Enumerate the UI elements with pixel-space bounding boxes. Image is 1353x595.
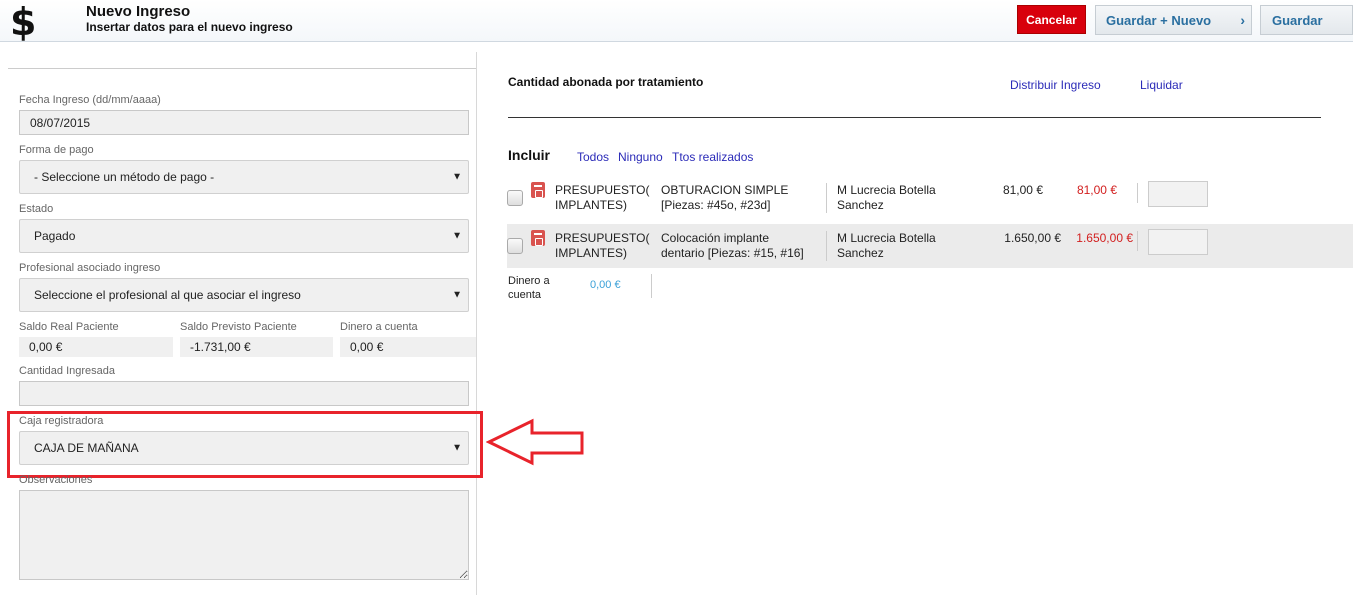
dinero-cuenta-amount: 0,00 €	[590, 279, 621, 291]
income-form: Fecha Ingreso (dd/mm/aaaa) 08/07/2015 Fo…	[0, 52, 483, 595]
saldo-real-label: Saldo Real Paciente	[19, 321, 119, 333]
cancel-button[interactable]: Cancelar	[1017, 5, 1086, 34]
page-title: Nuevo Ingreso	[86, 3, 191, 20]
divider	[8, 68, 476, 69]
treatment-type-line: PRESUPUESTO(	[555, 231, 650, 245]
treatment-name: OBTURACION SIMPLE [Piezas: #45o, #23d]	[661, 183, 788, 213]
filter-realizados-link[interactable]: Ttos realizados	[672, 150, 753, 164]
professional-line: Sanchez	[837, 198, 884, 212]
professional-line: M Lucrecia Botella	[837, 183, 936, 197]
include-checkbox[interactable]	[507, 190, 523, 206]
professional-line: Sanchez	[837, 246, 884, 260]
caja-highlight-box	[7, 411, 483, 478]
treatments-title: Cantidad abonada por tratamiento	[508, 75, 704, 89]
document-icon	[531, 182, 545, 198]
filter-ninguno-link[interactable]: Ninguno	[618, 150, 663, 164]
column-divider	[1137, 183, 1138, 203]
amount-input[interactable]	[1148, 181, 1208, 207]
treatment-professional: M Lucrecia Botella Sanchez	[837, 183, 936, 213]
observaciones-label: Observaciones	[19, 474, 93, 486]
dinero-cuenta-line: Dinero a	[508, 275, 550, 287]
include-checkbox[interactable]	[507, 238, 523, 254]
profesional-label: Profesional asociado ingreso	[19, 262, 161, 274]
divider	[508, 117, 1321, 118]
treatment-name-line: [Piezas: #45o, #23d]	[661, 198, 771, 212]
dropdown-arrow-icon: ▼	[452, 230, 462, 242]
cantidad-label: Cantidad Ingresada	[19, 365, 116, 377]
dinero-cuenta-row-label: Dinero a cuenta	[508, 274, 550, 302]
treatment-type: PRESUPUESTO( IMPLANTES)	[555, 183, 649, 213]
fecha-label: Fecha Ingreso (dd/mm/aaaa)	[19, 94, 161, 106]
dropdown-arrow-icon: ▼	[452, 171, 462, 183]
cantidad-input[interactable]	[19, 381, 469, 406]
saldo-previsto-label: Saldo Previsto Paciente	[180, 321, 297, 333]
treatment-row: PRESUPUESTO( IMPLANTES) OBTURACION SIMPL…	[507, 176, 1353, 220]
dinero-cuenta-line: cuenta	[508, 289, 542, 301]
column-divider	[651, 274, 652, 298]
column-divider	[1137, 231, 1138, 251]
estado-value: Pagado	[34, 229, 76, 243]
treatment-name: Colocación implante dentario [Piezas: #1…	[661, 231, 804, 261]
treatment-pending: 1.650,00 €	[1076, 231, 1133, 245]
treatment-name-line: OBTURACION SIMPLE	[661, 183, 789, 197]
professional-line: M Lucrecia Botella	[837, 231, 936, 245]
treatment-name-line: dentario [Piezas: #15, #16]	[661, 246, 804, 260]
page-subtitle: Insertar datos para el nuevo ingreso	[86, 20, 293, 34]
column-divider	[826, 231, 827, 261]
treatment-pending: 81,00 €	[1076, 183, 1117, 197]
dollar-icon: $	[10, 0, 37, 44]
forma-pago-value: - Seleccione un método de pago -	[34, 170, 215, 184]
saldo-real-value: 0,00 €	[19, 337, 173, 357]
profesional-select[interactable]: Seleccione el profesional al que asociar…	[19, 278, 469, 312]
amount-input[interactable]	[1148, 229, 1208, 255]
treatment-type: PRESUPUESTO( IMPLANTES)	[555, 231, 649, 261]
observaciones-textarea[interactable]	[19, 490, 469, 580]
estado-label: Estado	[19, 203, 54, 215]
dinero-cuenta-value: 0,00 €	[340, 337, 476, 357]
treatment-type-line: IMPLANTES)	[555, 246, 628, 260]
treatment-type-line: PRESUPUESTO(	[555, 183, 650, 197]
treatments-panel: Cantidad abonada por tratamiento Distrib…	[478, 52, 1353, 595]
dinero-cuenta-label: Dinero a cuenta	[340, 321, 418, 333]
filter-todos-link[interactable]: Todos	[577, 150, 609, 164]
treatment-row: PRESUPUESTO( IMPLANTES) Colocación impla…	[507, 224, 1353, 268]
save-button[interactable]: Guardar	[1260, 5, 1353, 35]
profesional-value: Seleccione el profesional al que asociar…	[34, 288, 301, 302]
save-and-new-label: Guardar + Nuevo	[1106, 12, 1212, 28]
forma-pago-select[interactable]: - Seleccione un método de pago - ▼	[19, 160, 469, 194]
header-bar: $ Nuevo Ingreso Insertar datos para el n…	[0, 0, 1353, 44]
estado-select[interactable]: Pagado ▼	[19, 219, 469, 253]
treatment-professional: M Lucrecia Botella Sanchez	[837, 231, 936, 261]
incluir-label: Incluir	[508, 147, 551, 163]
dropdown-arrow-icon: ▼	[452, 289, 462, 301]
distribuir-ingreso-link[interactable]: Distribuir Ingreso	[1010, 78, 1101, 92]
treatment-amount: 1.650,00 €	[1004, 231, 1061, 245]
fecha-input[interactable]: 08/07/2015	[19, 110, 469, 135]
chevron-right-icon: ›	[1240, 12, 1245, 28]
liquidar-link[interactable]: Liquidar	[1140, 78, 1183, 92]
treatment-type-line: IMPLANTES)	[555, 198, 628, 212]
treatment-name-line: Colocación implante	[661, 231, 770, 245]
saldo-previsto-value: -1.731,00 €	[180, 337, 333, 357]
treatment-amount: 81,00 €	[1002, 183, 1043, 197]
forma-pago-label: Forma de pago	[19, 144, 94, 156]
column-divider	[826, 183, 827, 213]
save-and-new-button[interactable]: Guardar + Nuevo ›	[1095, 5, 1252, 35]
document-icon	[531, 230, 545, 246]
